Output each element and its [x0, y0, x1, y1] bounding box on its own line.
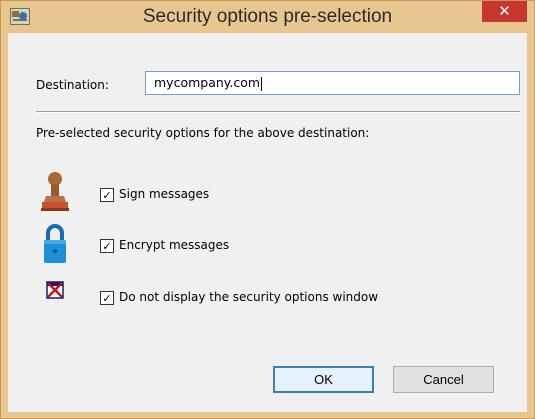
stamp-icon: [41, 172, 69, 211]
hide-security-window-checkbox[interactable]: ✓: [100, 291, 114, 305]
sign-messages-label: Sign messages: [119, 187, 210, 201]
hide-security-window-label: Do not display the security options wind…: [119, 290, 379, 304]
divider: [36, 111, 520, 113]
destination-label-text: Destination:: [36, 78, 109, 92]
sign-messages-checkbox[interactable]: ✓: [100, 188, 114, 202]
destination-label: Destination:: [36, 78, 109, 92]
option-sign-messages[interactable]: ✓ Sign messages: [100, 187, 240, 204]
destination-input-value: mycompany.com: [154, 75, 261, 90]
window-title: Security options pre-selection: [142, 6, 393, 27]
option-encrypt-messages[interactable]: ✓ Encrypt messages: [100, 238, 260, 255]
close-button[interactable]: ✕: [482, 1, 527, 22]
dialog-window: Security options pre-selection ✕ Destina…: [0, 0, 535, 419]
options-heading: Pre-selected security options for the ab…: [36, 126, 370, 140]
destination-input[interactable]: mycompany.com: [145, 71, 520, 95]
encrypt-messages-label: Encrypt messages: [119, 238, 230, 252]
padlock-icon: [44, 224, 66, 263]
title-bar[interactable]: Security options pre-selection ✕: [1, 1, 534, 33]
cancel-button[interactable]: Cancel: [393, 366, 494, 393]
encrypt-messages-checkbox[interactable]: ✓: [100, 239, 114, 253]
dialog-body: Destination: mycompany.com Pre-selected …: [8, 33, 527, 412]
option-hide-security-window[interactable]: ✓ Do not display the security options wi…: [100, 290, 440, 307]
ok-button[interactable]: OK: [273, 366, 374, 393]
text-caret: [261, 76, 263, 91]
no-window-icon: [46, 281, 64, 299]
